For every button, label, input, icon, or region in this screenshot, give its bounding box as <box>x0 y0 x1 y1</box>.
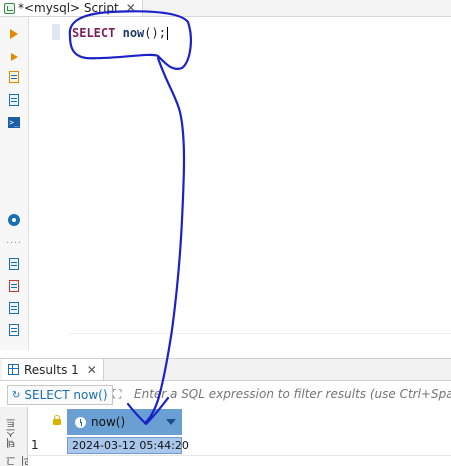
sql-query-icon: ↻ <box>12 389 21 401</box>
export-icon[interactable] <box>7 257 21 271</box>
text-cursor <box>166 27 168 40</box>
sql-punctuation: (); <box>144 26 166 40</box>
editor-tabbar: *<mysql> Script ✕ <box>0 0 451 17</box>
sort-dropdown-icon[interactable] <box>166 419 176 425</box>
query-label-box[interactable]: ↻ SELECT now() <box>7 385 113 405</box>
results-view-tabs: 텍스트 그리드 <box>0 407 48 466</box>
results-tab-label: Results 1 <box>24 362 79 377</box>
execute-script-icon[interactable] <box>7 50 21 64</box>
terminal-icon[interactable]: >_ <box>7 115 21 129</box>
filter-bar: ↻ SELECT now() ⛶ <box>0 383 451 405</box>
explain-plan-icon[interactable] <box>7 93 21 107</box>
execute-statement-icon[interactable] <box>7 27 21 41</box>
sql-script-icon <box>4 2 15 14</box>
table-cell[interactable]: 2024-03-12 05:44:20 <box>67 437 189 454</box>
text-view-tab[interactable]: 텍스트 <box>5 418 20 448</box>
sql-keyword: SELECT <box>72 26 116 40</box>
import-icon[interactable] <box>7 279 21 293</box>
lock-icon <box>53 415 61 425</box>
close-icon[interactable]: ✕ <box>126 1 136 15</box>
variables-icon[interactable] <box>7 301 21 315</box>
row-number: 1 <box>31 438 39 452</box>
sql-function: now <box>122 26 145 40</box>
current-line-marker <box>52 24 60 40</box>
editor-divider <box>70 333 451 334</box>
row-divider <box>28 455 451 456</box>
column-title: now() <box>91 415 126 429</box>
query-text: SELECT now() <box>24 388 108 402</box>
filter-input[interactable] <box>131 385 451 403</box>
editor-left-toolbar: >_ .... <box>0 17 29 350</box>
editor-tab-title: *<mysql> Script <box>18 1 119 15</box>
settings-gear-icon[interactable] <box>7 213 21 227</box>
more-icon[interactable]: .... <box>6 234 21 248</box>
outline-icon[interactable] <box>7 323 21 337</box>
results-tabbar: Results 1 ✕ <box>0 358 451 381</box>
results-tab[interactable]: Results 1 ✕ <box>2 359 104 380</box>
column-header-now[interactable]: now() <box>67 409 182 435</box>
clock-icon <box>75 416 86 428</box>
execute-in-new-tab-icon[interactable] <box>7 70 21 84</box>
table-row[interactable]: 1 2024-03-12 05:44:20 <box>28 437 451 454</box>
close-icon[interactable]: ✕ <box>87 363 97 377</box>
grid-icon <box>8 364 19 375</box>
expand-icon[interactable]: ⛶ <box>113 387 121 402</box>
editor-tab[interactable]: *<mysql> Script ✕ <box>0 0 143 16</box>
sql-editor[interactable]: SELECT now(); <box>72 26 168 40</box>
